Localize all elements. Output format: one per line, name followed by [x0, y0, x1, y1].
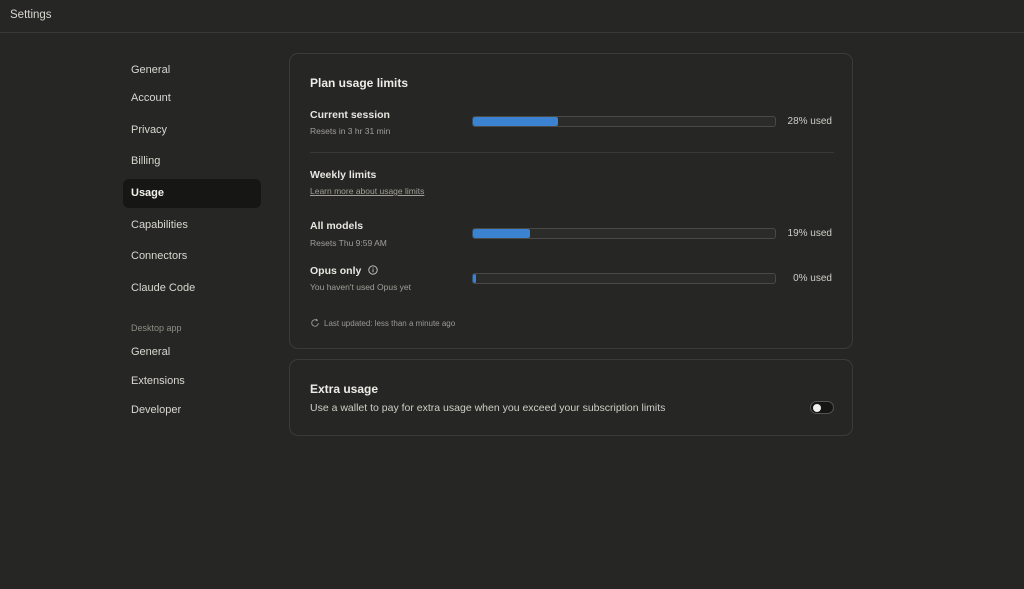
toggle-knob: [813, 404, 821, 412]
plan-usage-card: Plan usage limits Current session Resets…: [289, 53, 853, 349]
sidebar-item-account[interactable]: Account: [123, 84, 261, 113]
opus-only-percent: 0% used: [793, 273, 832, 284]
all-models-reset: Resets Thu 9:59 AM: [310, 238, 387, 248]
window-title: Settings: [10, 9, 52, 21]
sidebar-item-general[interactable]: General: [123, 56, 261, 85]
weekly-limits-label: Weekly limits: [310, 169, 377, 181]
sidebar-item-capabilities[interactable]: Capabilities: [123, 211, 261, 240]
opus-only-label: Opus only: [310, 265, 362, 277]
refresh-icon[interactable]: [310, 318, 320, 328]
title-bar: Settings: [0, 0, 1024, 33]
opus-only-status: You haven't used Opus yet: [310, 282, 412, 292]
learn-more-usage-link[interactable]: Learn more about usage limits: [310, 186, 424, 196]
plan-usage-title: Plan usage limits: [310, 76, 409, 90]
sidebar-section-desktop-app: Desktop app: [131, 323, 182, 333]
opus-only-row: Opus only: [310, 265, 378, 277]
last-updated: Last updated: less than a minute ago: [310, 318, 455, 328]
sidebar-item-desktop-general[interactable]: General: [123, 338, 261, 367]
opus-only-progress-fill: [473, 274, 476, 283]
current-session-progress-fill: [473, 117, 558, 126]
current-session-label: Current session: [310, 109, 390, 121]
sidebar-item-extensions[interactable]: Extensions: [123, 367, 261, 396]
sidebar-item-billing[interactable]: Billing: [123, 147, 261, 176]
sidebar-item-privacy[interactable]: Privacy: [123, 116, 261, 145]
last-updated-text: Last updated: less than a minute ago: [324, 319, 456, 328]
info-icon[interactable]: [368, 265, 378, 275]
extra-usage-card: Extra usage Use a wallet to pay for extr…: [289, 359, 853, 436]
extra-usage-toggle[interactable]: [810, 401, 834, 414]
divider: [310, 152, 834, 153]
sidebar-item-developer[interactable]: Developer: [123, 396, 261, 425]
all-models-progress: [472, 228, 776, 239]
current-session-reset: Resets in 3 hr 31 min: [310, 126, 391, 136]
opus-only-progress: [472, 273, 776, 284]
sidebar-item-claude-code[interactable]: Claude Code: [123, 274, 261, 303]
extra-usage-title: Extra usage: [310, 382, 379, 396]
sidebar-item-connectors[interactable]: Connectors: [123, 242, 261, 271]
current-session-progress: [472, 116, 776, 127]
all-models-percent: 19% used: [787, 228, 832, 239]
all-models-progress-fill: [473, 229, 531, 238]
current-session-percent: 28% used: [787, 116, 832, 127]
sidebar-item-usage[interactable]: Usage: [123, 179, 261, 208]
extra-usage-description: Use a wallet to pay for extra usage when…: [310, 402, 666, 414]
all-models-label: All models: [310, 220, 364, 232]
